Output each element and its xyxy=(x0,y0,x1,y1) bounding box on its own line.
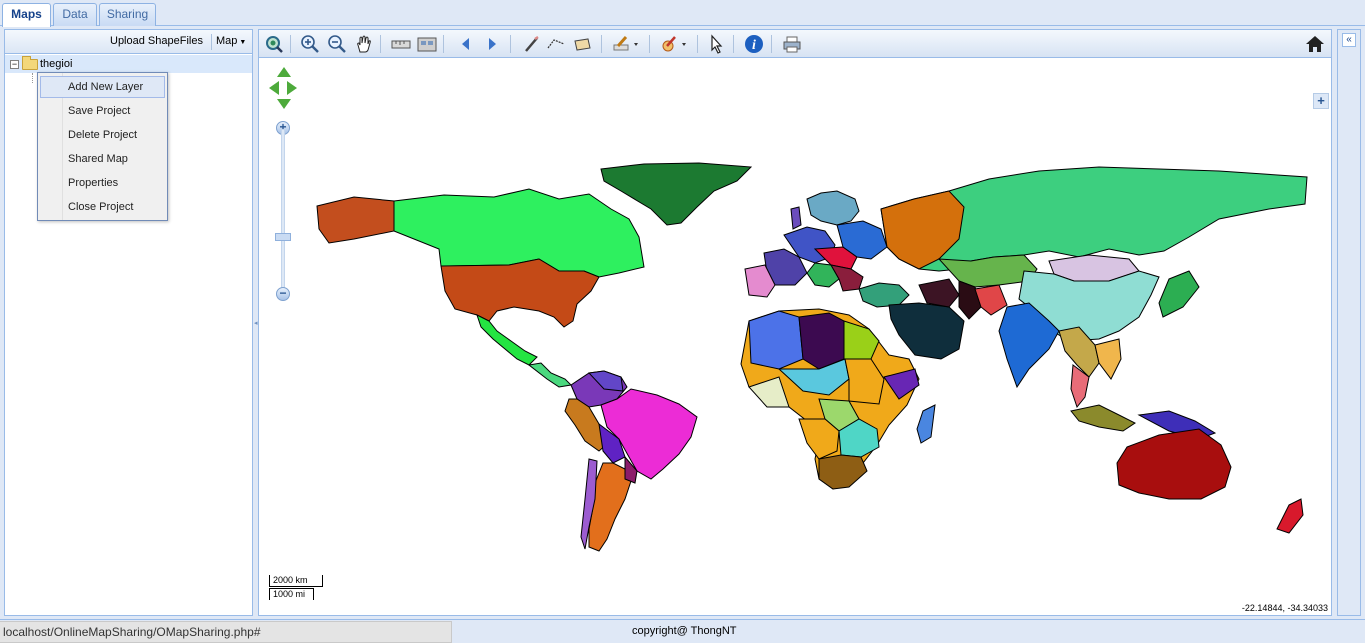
menu-item-save-project[interactable]: Save Project xyxy=(40,100,165,122)
scale-bar-metric: 2000 km xyxy=(269,575,323,587)
tree-node-project[interactable]: − thegioi xyxy=(5,55,252,73)
select-arrow-icon[interactable] xyxy=(705,34,727,54)
map-menu-label: Map xyxy=(216,35,238,47)
status-url: localhost/OnlineMapSharing/OMapSharing.p… xyxy=(0,621,452,643)
map-canvas[interactable]: + − + 2000 km 1000 mi -22.14844, -34.340… xyxy=(259,59,1331,615)
pan-down-icon[interactable] xyxy=(277,99,291,109)
mouse-coordinates: -22.14844, -34.34033 xyxy=(1241,603,1328,613)
toolbar-separator xyxy=(211,34,212,50)
svg-text:i: i xyxy=(752,38,756,53)
toolbar-separator xyxy=(771,35,772,53)
edit-icon[interactable] xyxy=(611,34,641,54)
tree-node-label[interactable]: thegioi xyxy=(40,58,72,70)
collapse-icon[interactable]: − xyxy=(10,60,19,69)
expand-panel-icon[interactable]: « xyxy=(1342,33,1356,47)
tab-data[interactable]: Data xyxy=(53,3,97,26)
scale-bar-imperial: 1000 mi xyxy=(269,588,314,600)
folder-icon xyxy=(22,56,38,70)
splitter-grip-icon: ◂ xyxy=(254,320,258,327)
menu-item-properties[interactable]: Properties xyxy=(40,172,165,194)
pan-hand-icon[interactable] xyxy=(353,34,375,54)
next-view-icon[interactable] xyxy=(481,34,503,54)
pan-right-icon[interactable] xyxy=(287,81,297,95)
main-tab-bar: Maps Data Sharing xyxy=(0,0,1365,27)
home-icon[interactable] xyxy=(1304,34,1326,54)
tab-sharing[interactable]: Sharing xyxy=(99,3,156,26)
layer-switcher-button[interactable]: + xyxy=(1313,93,1329,109)
zoom-minus-button[interactable]: − xyxy=(276,287,290,301)
pan-up-icon[interactable] xyxy=(277,67,291,77)
toolbar-separator xyxy=(380,35,381,53)
zoom-slider-handle[interactable] xyxy=(275,233,291,241)
copyright-text: copyright@ ThongNT xyxy=(632,625,737,637)
map-toolbar: i xyxy=(259,30,1331,58)
pan-left-icon[interactable] xyxy=(269,81,279,95)
draw-line-icon[interactable] xyxy=(545,34,567,54)
menu-item-delete-project[interactable]: Delete Project xyxy=(40,124,165,146)
chevron-down-icon: ▼ xyxy=(237,39,247,46)
zoom-extent-icon[interactable] xyxy=(263,34,285,54)
map-panel: i + − + 2000 km 1000 mi -22.14844, -34.3… xyxy=(258,29,1332,616)
toolbar-separator xyxy=(290,35,291,53)
map-menu-button[interactable]: Map ▼ xyxy=(216,35,246,47)
measure-length-icon[interactable] xyxy=(390,34,412,54)
toolbar-separator xyxy=(601,35,602,53)
menu-item-add-new-layer[interactable]: Add New Layer xyxy=(40,76,165,98)
toolbar-separator xyxy=(733,35,734,53)
world-map xyxy=(316,162,1308,552)
draw-polygon-icon[interactable] xyxy=(571,34,593,54)
toolbar-separator xyxy=(649,35,650,53)
tree-toolbar: Upload ShapeFiles Map ▼ xyxy=(5,30,252,54)
menu-item-shared-map[interactable]: Shared Map xyxy=(40,148,165,170)
print-icon[interactable] xyxy=(781,34,803,54)
toolbar-separator xyxy=(510,35,511,53)
info-icon[interactable]: i xyxy=(743,34,765,54)
zoom-out-icon[interactable] xyxy=(326,34,348,54)
feature-style-icon[interactable] xyxy=(659,34,689,54)
draw-pencil-icon[interactable] xyxy=(521,34,543,54)
toolbar-separator xyxy=(443,35,444,53)
zoom-in-icon[interactable] xyxy=(299,34,321,54)
upload-shapefiles-button[interactable]: Upload ShapeFiles xyxy=(110,35,203,47)
measure-area-icon[interactable] xyxy=(416,34,438,54)
right-collapsed-panel: « xyxy=(1337,29,1361,616)
pan-control xyxy=(269,67,299,113)
previous-view-icon[interactable] xyxy=(455,34,477,54)
zoom-slider-track[interactable] xyxy=(281,129,285,289)
menu-item-close-project[interactable]: Close Project xyxy=(40,196,165,218)
footer: localhost/OnlineMapSharing/OMapSharing.p… xyxy=(0,619,1365,643)
toolbar-separator xyxy=(697,35,698,53)
tree-connector xyxy=(32,73,33,83)
project-context-menu: Add New Layer Save Project Delete Projec… xyxy=(37,72,168,221)
tab-maps[interactable]: Maps xyxy=(2,3,51,27)
